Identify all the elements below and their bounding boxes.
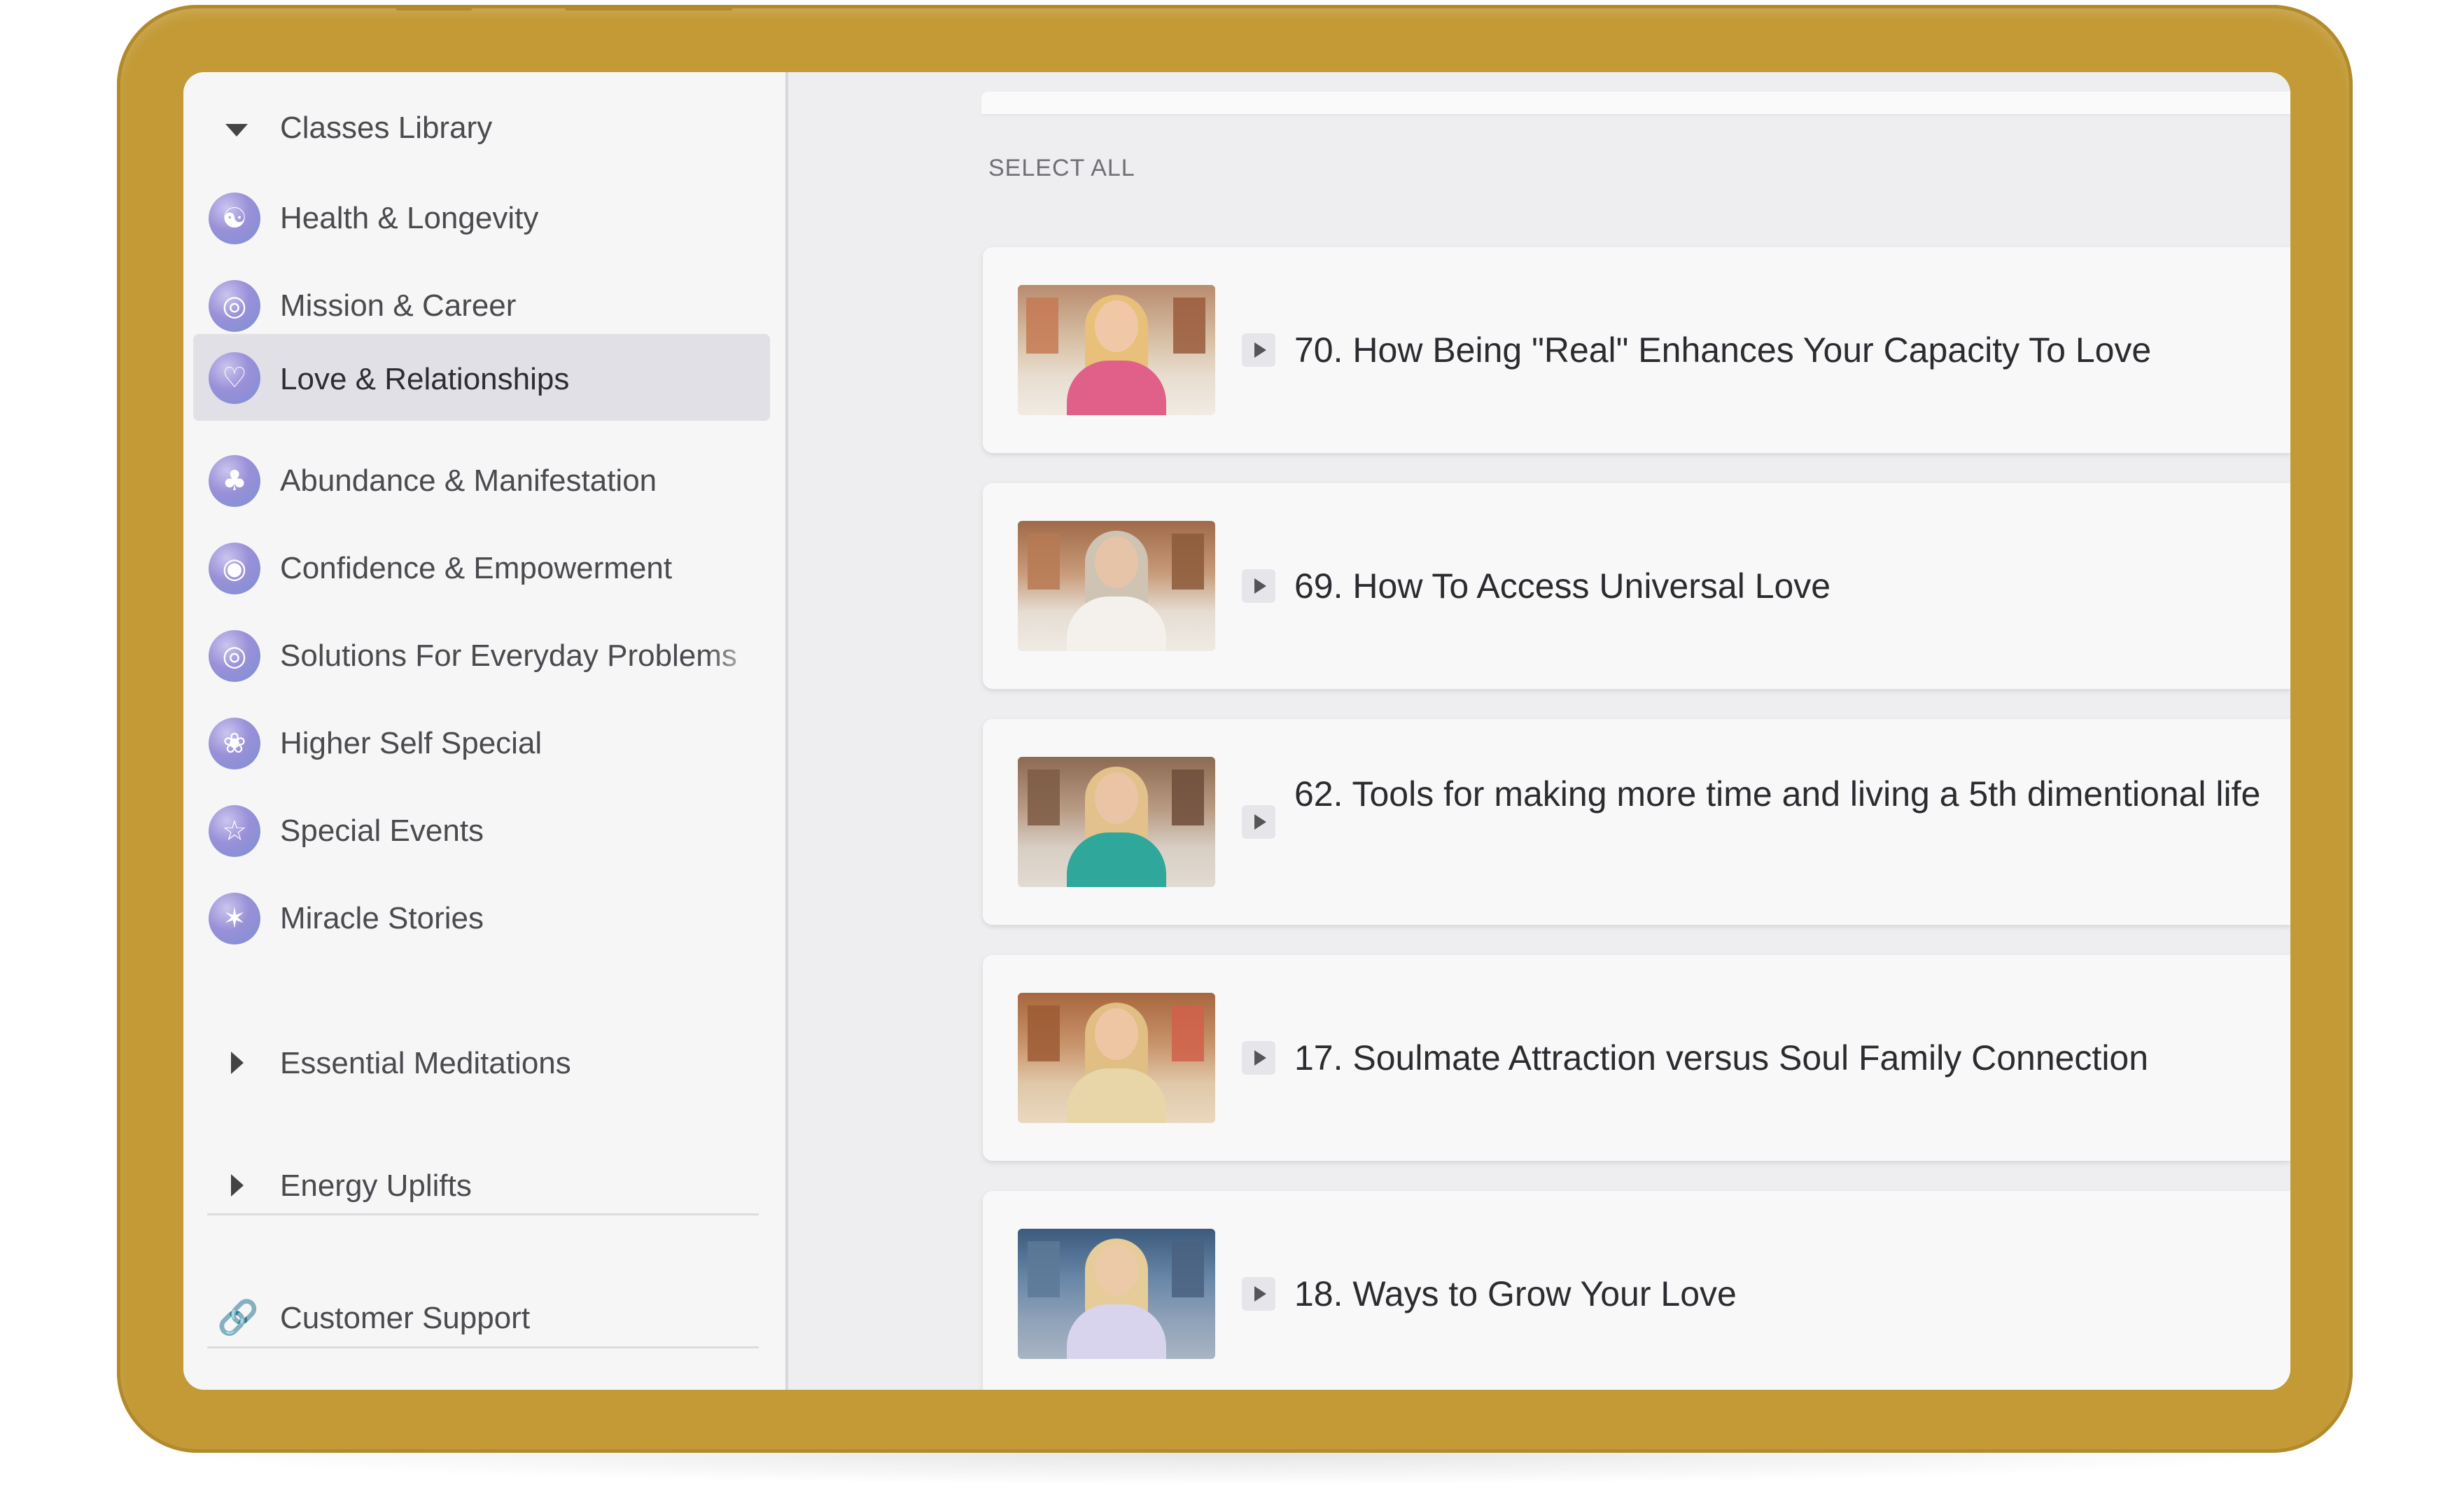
group-essential-meditations[interactable]: Essential Meditations <box>183 1025 785 1102</box>
video-thumbnail[interactable] <box>1018 757 1215 887</box>
class-title: 69. How To Access Universal Love <box>1294 566 1831 606</box>
classes-library-toggle[interactable]: Classes Library <box>183 88 785 172</box>
link-icon: 🔗 <box>217 1298 259 1337</box>
class-card[interactable]: 70. How Being "Real" Enhances Your Capac… <box>983 247 2290 453</box>
sidebar-divider <box>207 1213 759 1215</box>
sidebar: Classes Library ☯ Health & Longevity ◎ M… <box>183 72 788 1390</box>
sidebar-item-love-relationships[interactable]: ♡ Love & Relationships <box>193 334 770 421</box>
play-icon[interactable] <box>1242 1041 1275 1075</box>
sparkle-icon: ✶ <box>209 893 260 944</box>
classes-library-label: Classes Library <box>280 111 493 145</box>
sidebar-item-label: Miracle Stories <box>280 901 484 935</box>
video-thumbnail[interactable] <box>1018 1229 1215 1359</box>
class-card[interactable]: 17. Soulmate Attraction versus Soul Fami… <box>983 955 2290 1161</box>
hardware-button <box>565 5 733 11</box>
class-card[interactable]: 18. Ways to Grow Your Love <box>983 1191 2290 1390</box>
video-thumbnail[interactable] <box>1018 285 1215 415</box>
class-card[interactable]: 62. Tools for making more time and livin… <box>983 719 2290 925</box>
class-list-panel: SELECT ALL 70. How Being "Real" Enhances… <box>788 72 2290 1390</box>
class-title: 18. Ways to Grow Your Love <box>1294 1274 1737 1313</box>
customer-support-link[interactable]: 🔗 Customer Support <box>183 1278 785 1355</box>
sidebar-item-label: Love & Relationships <box>280 362 570 396</box>
sidebar-divider <box>207 1346 759 1348</box>
app-screen: Classes Library ☯ Health & Longevity ◎ M… <box>183 72 2290 1390</box>
class-card[interactable]: 69. How To Access Universal Love <box>983 483 2290 689</box>
target-icon: ◎ <box>209 280 260 332</box>
video-thumbnail[interactable] <box>1018 993 1215 1123</box>
star-icon: ☆ <box>209 805 260 857</box>
eye-icon: ◉ <box>209 543 260 594</box>
sidebar-item-confidence-empowerment[interactable]: ◉ Confidence & Empowerment <box>193 526 770 611</box>
sidebar-item-health-longevity[interactable]: ☯ Health & Longevity <box>193 176 770 261</box>
video-thumbnail[interactable] <box>1018 521 1215 651</box>
class-title: 62. Tools for making more time and livin… <box>1294 774 2261 814</box>
spiral-icon: ◎ <box>209 630 260 682</box>
lotus-icon: ❀ <box>209 718 260 769</box>
group-label: Energy Uplifts <box>280 1169 472 1203</box>
hardware-button <box>396 5 472 11</box>
sidebar-item-higher-self-special[interactable]: ❀ Higher Self Special <box>193 701 770 786</box>
sidebar-item-special-events[interactable]: ☆ Special Events <box>193 788 770 874</box>
group-label: Essential Meditations <box>280 1046 571 1080</box>
sidebar-item-solutions-everyday-problems[interactable]: ◎ Solutions For Everyday Problems <box>193 613 770 699</box>
play-icon[interactable] <box>1242 805 1275 839</box>
sidebar-item-label: Higher Self Special <box>280 726 542 760</box>
sidebar-item-label: Solutions For Everyday Problems <box>280 639 737 673</box>
customer-support-label: Customer Support <box>280 1301 531 1335</box>
sidebar-item-miracle-stories[interactable]: ✶ Miracle Stories <box>193 876 770 961</box>
sidebar-item-label: Health & Longevity <box>280 201 539 235</box>
palm-tree-icon: ♣ <box>209 455 260 507</box>
class-title: 70. How Being "Real" Enhances Your Capac… <box>1294 330 2152 370</box>
meditation-icon: ☯ <box>209 193 260 244</box>
select-all-button[interactable]: SELECT ALL <box>988 155 1135 182</box>
play-icon[interactable] <box>1242 333 1275 367</box>
play-icon[interactable] <box>1242 1277 1275 1311</box>
sidebar-item-label: Confidence & Empowerment <box>280 551 673 585</box>
heart-icon: ♡ <box>209 352 260 404</box>
sidebar-item-label: Abundance & Manifestation <box>280 463 657 498</box>
sidebar-item-label: Special Events <box>280 814 484 848</box>
play-icon[interactable] <box>1242 569 1275 603</box>
toolbar-strip <box>981 92 2290 114</box>
caret-right-icon <box>231 1052 244 1074</box>
class-title: 17. Soulmate Attraction versus Soul Fami… <box>1294 1038 2149 1078</box>
sidebar-item-abundance-manifestation[interactable]: ♣ Abundance & Manifestation <box>193 438 770 524</box>
caret-right-icon <box>231 1174 244 1197</box>
sidebar-item-label: Mission & Career <box>280 288 517 323</box>
caret-down-icon <box>225 124 248 137</box>
